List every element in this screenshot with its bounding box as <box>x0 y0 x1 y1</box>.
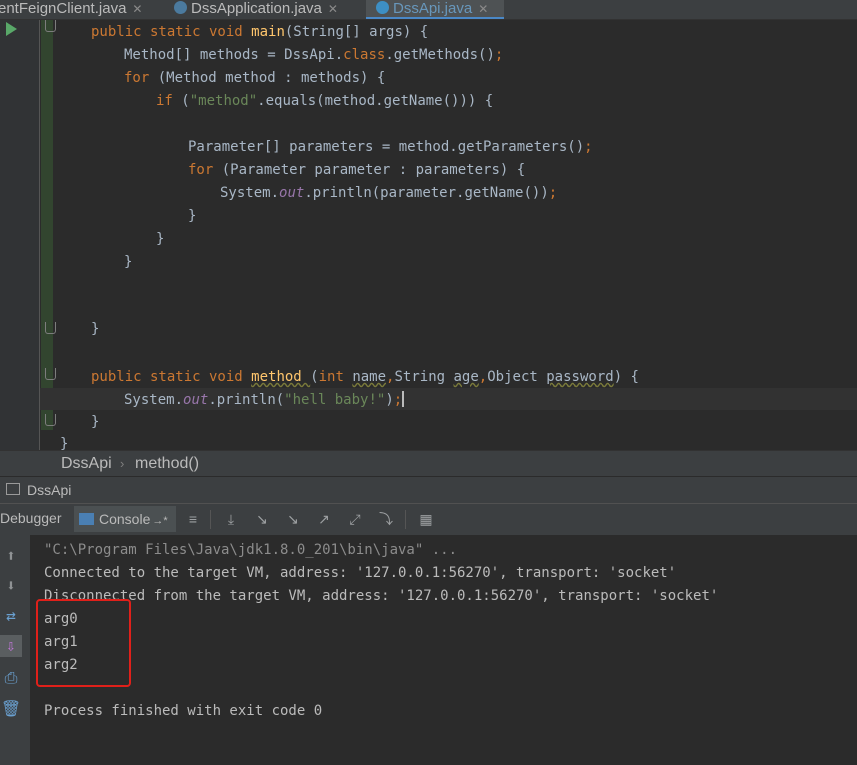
tab-label: entFeignClient.java <box>0 0 127 17</box>
close-icon[interactable]: ✕ <box>478 2 488 16</box>
print-icon[interactable]: ⎙ <box>0 667 22 689</box>
gutter-divider <box>39 20 40 450</box>
toolbar-separator <box>405 510 406 529</box>
up-arrow-icon[interactable]: ⬆ <box>0 545 22 567</box>
text-caret <box>402 391 405 407</box>
spring-class-icon <box>174 1 187 14</box>
console-icon <box>79 513 94 525</box>
step-out-icon[interactable]: ↗ <box>316 511 332 527</box>
code-line: for (Parameter parameter : parameters) { <box>188 162 526 178</box>
debug-toolbar: Debugger Console →* ≡ ⤓ ↘ ↘ ↗ ⤢ ⤵ ▦ <box>0 503 857 535</box>
code-line: for (Method method : methods) { <box>124 70 386 86</box>
console-output[interactable]: "C:\Program Files\Java\jdk1.8.0_201\bin\… <box>30 535 857 765</box>
console-line: Connected to the target VM, address: '12… <box>44 565 677 581</box>
step-over-icon[interactable]: ⤓ <box>223 511 239 527</box>
code-line: } <box>91 321 100 337</box>
tab-console[interactable]: Console →* <box>74 506 176 532</box>
code-line: } <box>188 208 197 224</box>
code-line: System.out.println("hell baby!"); <box>124 391 405 408</box>
scroll-to-end-icon[interactable]: ⇩ <box>0 635 22 657</box>
breadcrumb-separator: › <box>120 456 125 471</box>
tab-label: DssApi.java <box>393 0 473 17</box>
tab-dss-api[interactable]: DssApi.java ✕ <box>366 0 504 19</box>
code-line: if ("method".equals(method.getName())) { <box>156 93 494 109</box>
run-panel-title[interactable]: DssApi <box>27 477 71 503</box>
tab-feign-client[interactable]: entFeignClient.java ✕ <box>0 0 163 19</box>
force-step-into-icon[interactable]: ↘ <box>285 511 301 527</box>
clear-all-icon[interactable]: 🗑 <box>0 698 22 720</box>
toolbar-separator <box>210 510 211 529</box>
code-line: public static void main(String[] args) { <box>91 24 429 40</box>
code-line: } <box>124 254 133 270</box>
breadcrumb-method[interactable]: method() <box>135 451 199 476</box>
editor-gutter <box>0 20 40 450</box>
fold-icon[interactable] <box>45 322 56 334</box>
soft-wrap-icon[interactable]: ⇄ <box>0 605 22 627</box>
close-icon[interactable]: ✕ <box>328 2 338 16</box>
tab-label: DssApplication.java <box>191 0 322 17</box>
drop-frame-icon[interactable]: ⤢ <box>347 511 363 527</box>
code-line: } <box>156 231 165 247</box>
run-to-cursor-icon[interactable]: ⤵ <box>378 511 394 527</box>
fold-icon[interactable] <box>45 368 56 380</box>
code-line: } <box>91 414 100 430</box>
close-icon[interactable]: ✕ <box>132 2 142 16</box>
fold-icon[interactable] <box>45 20 56 32</box>
code-line: } <box>60 436 69 450</box>
code-line: System.out.println(parameter.getName()); <box>220 185 558 201</box>
console-line: Disconnected from the target VM, address… <box>44 588 719 604</box>
code-line: Method[] methods = DssApi.class.getMetho… <box>124 47 504 63</box>
tab-debugger[interactable]: Debugger <box>0 510 62 526</box>
show-execution-point-icon[interactable]: ≡ <box>185 511 201 527</box>
breadcrumb: DssApi › method() <box>0 450 857 476</box>
step-into-icon[interactable]: ↘ <box>254 511 270 527</box>
run-panel-header: DssApi <box>0 476 857 503</box>
run-icon[interactable] <box>6 22 17 36</box>
console-line: Process finished with exit code 0 <box>44 703 323 719</box>
evaluate-expression-icon[interactable]: ▦ <box>418 511 434 527</box>
code-line: public static void method (int name,Stri… <box>91 369 639 385</box>
highlight-annotation-box <box>36 599 131 687</box>
console-line: "C:\Program Files\Java\jdk1.8.0_201\bin\… <box>44 542 458 558</box>
breadcrumb-file[interactable]: DssApi <box>61 451 112 476</box>
down-arrow-icon[interactable]: ⬇ <box>0 575 22 597</box>
run-config-icon <box>6 483 20 495</box>
console-side-toolbar: ⬆ ⬇ ⇄ ⇩ ⎙ 🗑 <box>0 535 31 765</box>
pin-tab-icon[interactable]: →* <box>152 515 167 527</box>
tab-dss-application[interactable]: DssApplication.java ✕ <box>174 0 361 19</box>
java-class-icon <box>376 1 389 14</box>
code-editor[interactable]: public static void main(String[] args) {… <box>0 20 857 450</box>
tab-console-label: Console <box>99 511 151 527</box>
editor-tab-bar: entFeignClient.java ✕ DssApplication.java… <box>0 0 857 20</box>
fold-icon[interactable] <box>45 414 56 426</box>
code-line: Parameter[] parameters = method.getParam… <box>188 139 593 155</box>
